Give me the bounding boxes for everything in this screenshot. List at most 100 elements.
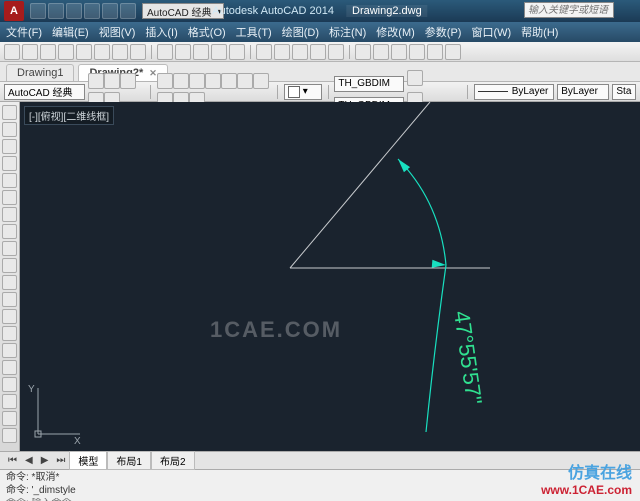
grad-icon[interactable] (2, 360, 17, 375)
new-icon[interactable] (30, 3, 46, 19)
layout-nav-icon[interactable]: ⏭ (52, 455, 69, 466)
zoomwin-icon[interactable] (292, 44, 308, 60)
rect-icon[interactable] (221, 73, 237, 89)
line-icon[interactable] (157, 73, 173, 89)
plot-icon[interactable] (76, 44, 92, 60)
undo-icon[interactable] (84, 3, 100, 19)
region-icon[interactable] (2, 377, 17, 392)
copy-icon[interactable] (175, 44, 191, 60)
layout-nav-icon[interactable]: ◀ (21, 455, 37, 466)
redo-icon[interactable] (102, 3, 118, 19)
menu-修改[interactable]: 修改(M) (376, 24, 415, 40)
circle-icon[interactable] (189, 73, 205, 89)
point-icon[interactable] (2, 326, 17, 341)
menu-帮助[interactable]: 帮助(H) (521, 24, 558, 40)
spline-icon[interactable] (2, 241, 17, 256)
tpalette-icon[interactable] (391, 44, 407, 60)
earc-icon[interactable] (2, 275, 17, 290)
sheet-icon[interactable] (409, 44, 425, 60)
arc-icon[interactable] (205, 73, 221, 89)
rect-icon[interactable] (2, 173, 17, 188)
lineweight-dropdown[interactable]: ByLayer (557, 84, 609, 100)
mtext-icon[interactable] (2, 411, 17, 426)
linetype-dropdown[interactable]: ByLayer (474, 84, 555, 100)
title-bar: A AutoCAD 经典 Autodesk AutoCAD 2014 Drawi… (0, 0, 640, 22)
props-icon[interactable] (355, 44, 371, 60)
open-icon[interactable] (22, 44, 38, 60)
separator (277, 85, 278, 99)
pline-icon[interactable] (173, 73, 189, 89)
layermgr-icon[interactable] (120, 73, 136, 89)
addsel-icon[interactable] (2, 428, 17, 443)
zoom-icon[interactable] (328, 44, 344, 60)
menu-标注[interactable]: 标注(N) (329, 24, 366, 40)
save-icon[interactable] (66, 3, 82, 19)
match-icon[interactable] (211, 44, 227, 60)
menu-文件[interactable]: 文件(F) (6, 24, 42, 40)
drawing-canvas[interactable]: [-][俯视][二维线框] 47°55'57" 1CAE.COM Y X (20, 102, 640, 451)
block-icon[interactable] (2, 309, 17, 324)
app-logo-icon[interactable]: A (4, 1, 24, 21)
new-icon[interactable] (4, 44, 20, 60)
standard-toolbar (0, 42, 640, 62)
menu-格式[interactable]: 格式(O) (188, 24, 226, 40)
menu-视图[interactable]: 视图(V) (99, 24, 136, 40)
hatch-icon[interactable] (2, 343, 17, 358)
annoscale-dropdown[interactable]: Sta (612, 84, 636, 100)
pline-icon[interactable] (2, 139, 17, 154)
dimstyle-dropdown[interactable]: TH_GBDIM (334, 76, 404, 92)
menu-bar: 文件(F) 编辑(E) 视图(V) 插入(I) 格式(O) 工具(T) 绘图(D) 标注(N)… (0, 22, 640, 42)
preview-icon[interactable] (94, 44, 110, 60)
layout-tab[interactable]: 模型 (69, 451, 107, 470)
layout-tab[interactable]: 布局1 (107, 451, 151, 470)
3d-icon[interactable] (130, 44, 146, 60)
menu-编辑[interactable]: 编辑(E) (52, 24, 89, 40)
document-name: Drawing2.dwg (346, 5, 428, 17)
ellipse-icon[interactable] (2, 258, 17, 273)
menu-参数[interactable]: 参数(P) (425, 24, 462, 40)
keyword-search-input[interactable] (524, 2, 614, 18)
pan-icon[interactable] (274, 44, 290, 60)
dimstyle-icon[interactable] (407, 70, 423, 86)
saveas-icon[interactable] (58, 44, 74, 60)
layout-tab-bar: ⏮◀▶⏭模型布局1布局2 (0, 451, 640, 469)
layout-nav-icon[interactable]: ▶ (37, 455, 53, 466)
save-icon[interactable] (40, 44, 56, 60)
table-icon[interactable] (2, 394, 17, 409)
tab-label: Drawing1 (17, 67, 63, 79)
print-icon[interactable] (120, 3, 136, 19)
layout-nav-icon[interactable]: ⏮ (4, 455, 21, 466)
menu-工具[interactable]: 工具(T) (236, 24, 272, 40)
menu-绘图[interactable]: 绘图(D) (282, 24, 319, 40)
command-history-2: 命令: '_dimstyle (6, 484, 634, 497)
dsettings-icon[interactable] (373, 44, 389, 60)
insert-icon[interactable] (2, 292, 17, 307)
paste-icon[interactable] (193, 44, 209, 60)
zoomprev-icon[interactable] (310, 44, 326, 60)
close-icon[interactable]: ✕ (149, 68, 157, 78)
text-icon[interactable] (253, 73, 269, 89)
polygon-icon[interactable] (2, 156, 17, 171)
calc-icon[interactable] (445, 44, 461, 60)
open-icon[interactable] (48, 3, 64, 19)
undo-icon[interactable] (229, 44, 245, 60)
command-window[interactable]: 命令: *取消* 命令: '_dimstyle (0, 469, 640, 501)
layerfreeze-icon[interactable] (104, 73, 120, 89)
color-dropdown[interactable]: ▾ (284, 84, 322, 100)
layer-dropdown[interactable]: AutoCAD 经典 (4, 84, 85, 100)
menu-插入[interactable]: 插入(I) (145, 24, 177, 40)
menu-窗口[interactable]: 窗口(W) (471, 24, 511, 40)
hatch-icon[interactable] (237, 73, 253, 89)
arc-icon[interactable] (2, 190, 17, 205)
layout-tab[interactable]: 布局2 (151, 451, 195, 470)
xline-icon[interactable] (2, 122, 17, 137)
layeriso-icon[interactable] (88, 73, 104, 89)
doc-tab[interactable]: Drawing1 (6, 64, 74, 81)
cut-icon[interactable] (157, 44, 173, 60)
publish-icon[interactable] (112, 44, 128, 60)
line-icon[interactable] (2, 105, 17, 120)
redo-icon[interactable] (256, 44, 272, 60)
markup-icon[interactable] (427, 44, 443, 60)
circle-icon[interactable] (2, 207, 17, 222)
revcloud-icon[interactable] (2, 224, 17, 239)
